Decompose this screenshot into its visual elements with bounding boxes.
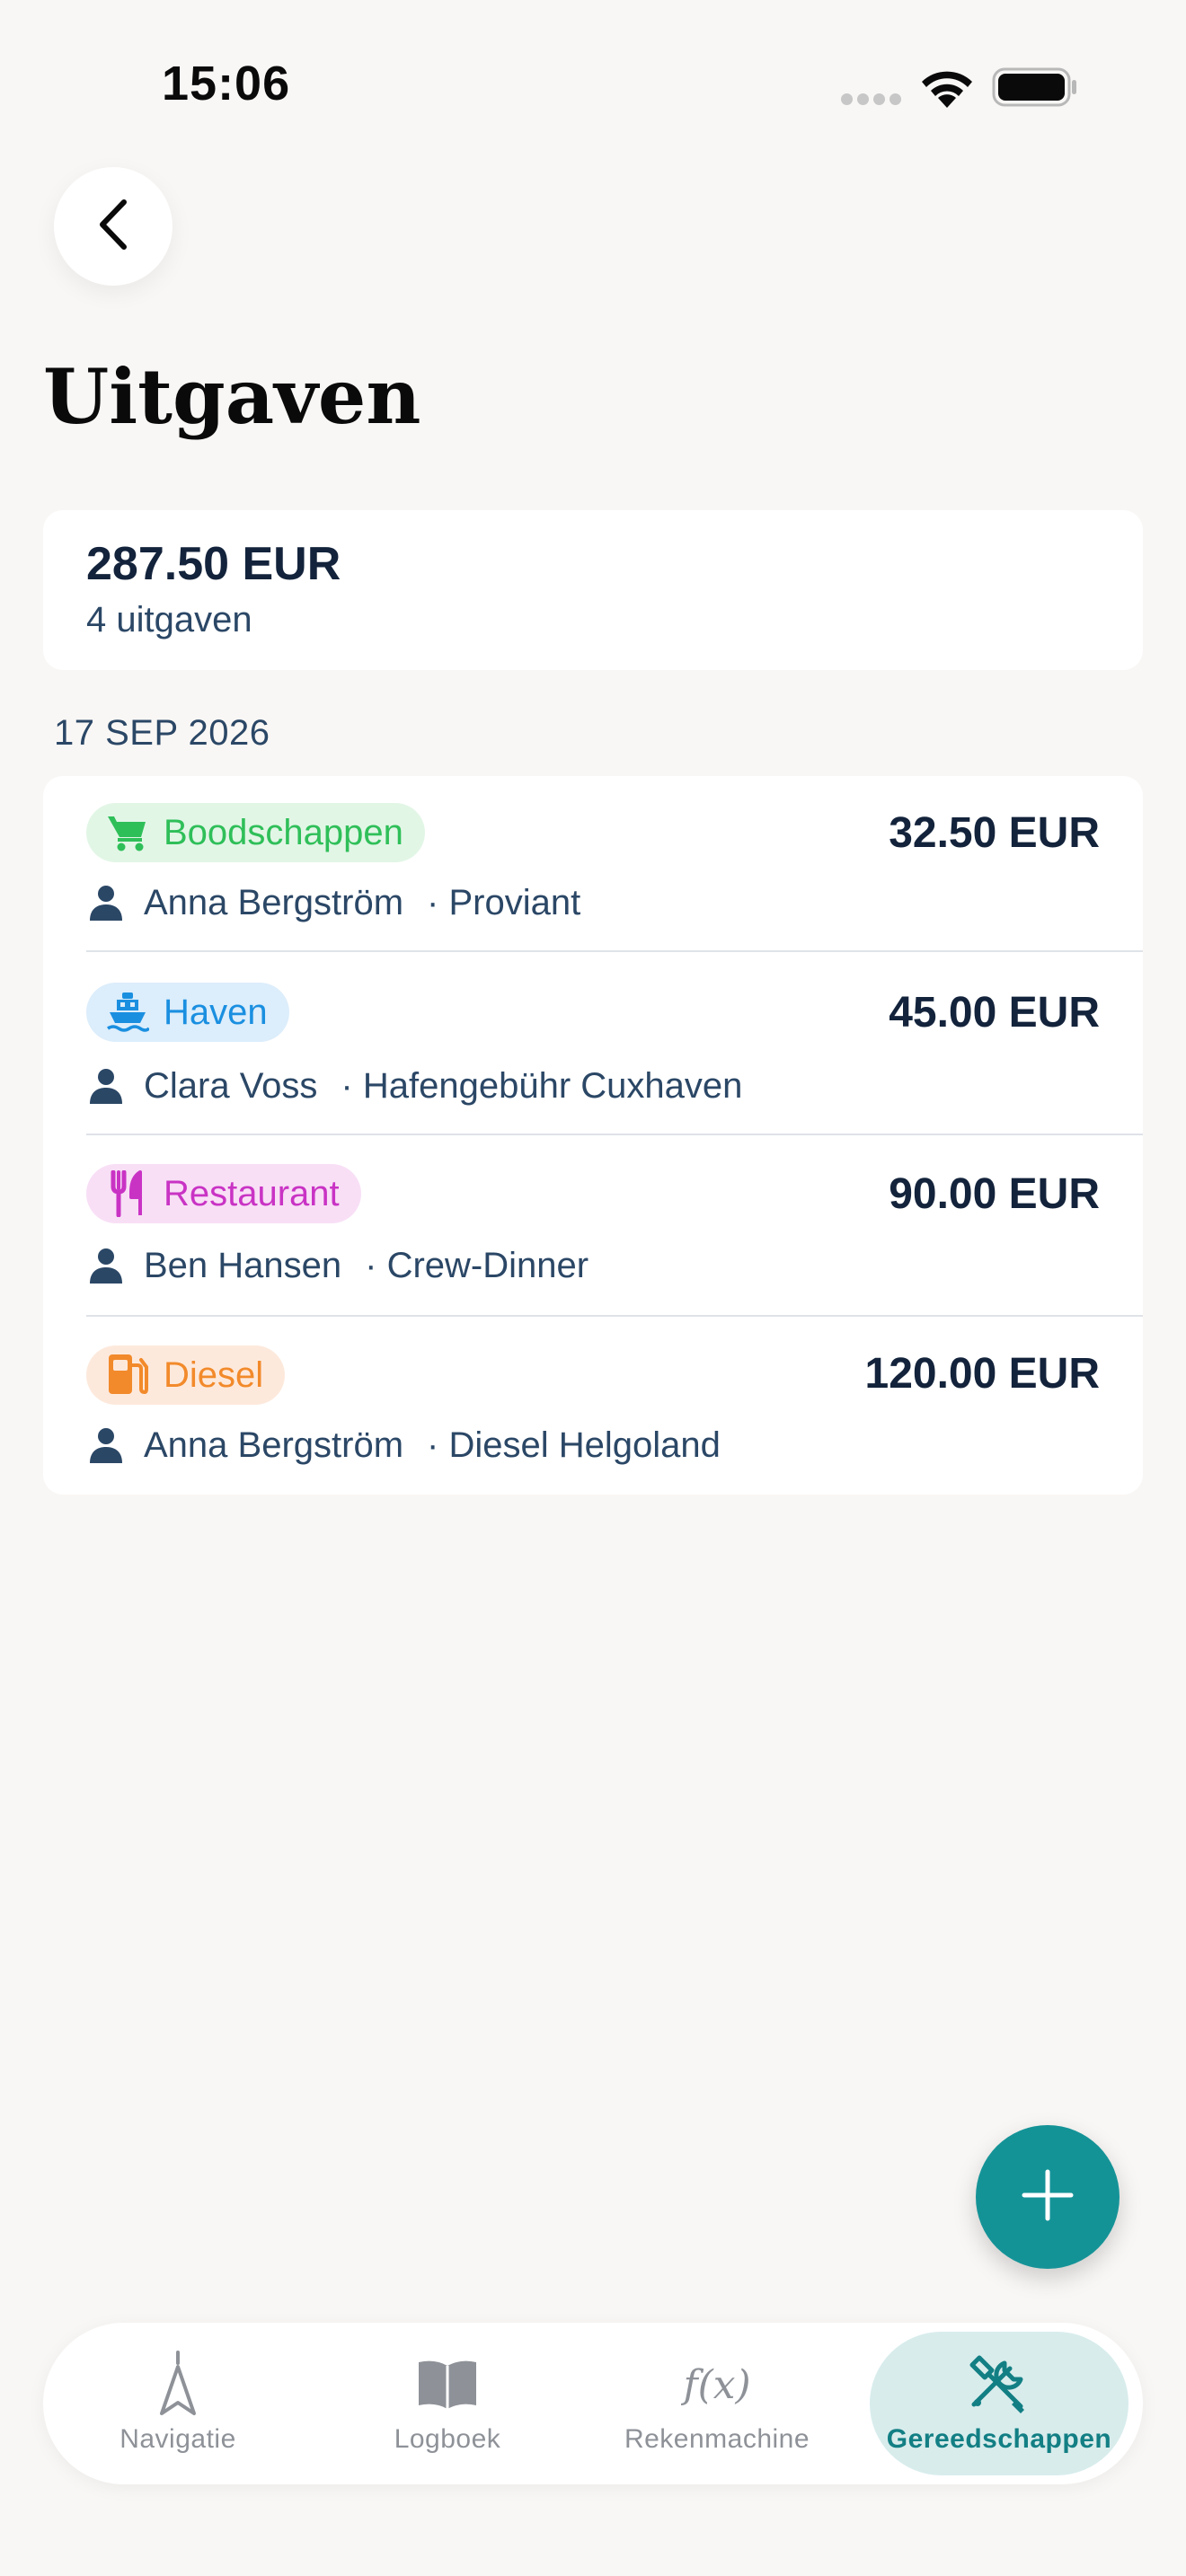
tab-logboek[interactable]: Logboek xyxy=(340,2332,555,2475)
person-icon xyxy=(86,1246,126,1285)
tab-label: Rekenmachine xyxy=(624,2424,810,2454)
expense-amount: 90.00 EUR xyxy=(889,1170,1100,1218)
expense-person: Ben Hansen xyxy=(144,1245,342,1285)
expense-description: · Proviant xyxy=(427,882,581,922)
status-bar: 15:06 xyxy=(0,0,1186,162)
category-chip: Diesel xyxy=(86,1345,286,1405)
category-chip: Boodschappen xyxy=(86,803,425,862)
category-label: Diesel xyxy=(164,1354,264,1395)
category-label: Restaurant xyxy=(164,1173,340,1213)
tab-label: Gereedschappen xyxy=(886,2424,1112,2454)
tools-icon xyxy=(963,2352,1035,2417)
svg-text:ƒ(x): ƒ(x) xyxy=(681,2362,751,2408)
cart-icon xyxy=(104,809,151,856)
person-icon xyxy=(86,1425,126,1465)
tab-navigatie[interactable]: Navigatie xyxy=(70,2332,286,2475)
expense-description: · Diesel Helgoland xyxy=(427,1425,721,1465)
summary-card: 287.50 EUR 4 uitgaven xyxy=(43,510,1143,670)
category-chip: Restaurant xyxy=(86,1164,361,1223)
expense-row[interactable]: Diesel 120.00 EUR Anna Bergström · Diese… xyxy=(43,1317,1143,1495)
expense-person: Clara Voss xyxy=(144,1065,318,1106)
person-icon xyxy=(86,1066,126,1106)
tab-rekenmachine[interactable]: ƒ(x) Rekenmachine xyxy=(609,2332,825,2475)
back-button[interactable] xyxy=(54,167,173,286)
cellular-signal-icon xyxy=(841,93,902,106)
expense-person: Anna Bergström xyxy=(144,1425,404,1465)
tab-label: Navigatie xyxy=(119,2424,236,2454)
expense-amount: 45.00 EUR xyxy=(889,989,1100,1037)
page-title: Uitgaven xyxy=(43,352,421,441)
expense-meta: Anna Bergström · Diesel Helgoland xyxy=(86,1421,721,1469)
plus-icon xyxy=(1021,2168,1075,2227)
chevron-left-icon xyxy=(95,197,131,257)
battery-icon xyxy=(992,66,1078,108)
wifi-icon xyxy=(918,66,976,110)
book-icon xyxy=(412,2352,483,2417)
fuel-pump-icon xyxy=(104,1352,151,1398)
expense-person: Anna Bergström xyxy=(144,882,404,922)
category-label: Haven xyxy=(164,992,268,1032)
status-time: 15:06 xyxy=(162,57,291,110)
expense-row[interactable]: Haven 45.00 EUR Clara Voss · Hafengebühr… xyxy=(43,952,1143,1135)
expense-description: · Crew-Dinner xyxy=(365,1245,589,1285)
date-group-header: 17 SEP 2026 xyxy=(54,713,270,753)
expense-row[interactable]: Restaurant 90.00 EUR Ben Hansen · Crew-D… xyxy=(43,1135,1143,1317)
expense-description: · Hafengebühr Cuxhaven xyxy=(341,1065,743,1106)
expense-meta: Clara Voss · Hafengebühr Cuxhaven xyxy=(86,1062,742,1110)
expense-meta: Anna Bergström · Proviant xyxy=(86,878,580,927)
ferry-icon xyxy=(104,989,151,1036)
expense-meta: Ben Hansen · Crew-Dinner xyxy=(86,1241,589,1290)
expense-amount: 120.00 EUR xyxy=(864,1350,1101,1398)
tab-gereedschappen[interactable]: Gereedschappen xyxy=(870,2332,1128,2475)
function-icon: ƒ(x) xyxy=(681,2352,753,2417)
expense-amount: 32.50 EUR xyxy=(889,809,1100,857)
tab-bar: Navigatie Logboek ƒ(x) Rekenmachine Gere… xyxy=(43,2323,1143,2484)
category-chip: Haven xyxy=(86,983,289,1042)
person-icon xyxy=(86,883,126,922)
expense-row[interactable]: Boodschappen 32.50 EUR Anna Bergström · … xyxy=(43,776,1143,952)
fork-knife-icon xyxy=(104,1170,151,1217)
category-label: Boodschappen xyxy=(164,812,403,852)
summary-count: 4 uitgaven xyxy=(86,600,252,640)
expense-list: Boodschappen 32.50 EUR Anna Bergström · … xyxy=(43,776,1143,1495)
summary-total: 287.50 EUR xyxy=(86,538,341,590)
add-expense-button[interactable] xyxy=(976,2125,1120,2269)
tab-label: Logboek xyxy=(394,2424,501,2454)
compass-arrow-icon xyxy=(142,2351,214,2417)
